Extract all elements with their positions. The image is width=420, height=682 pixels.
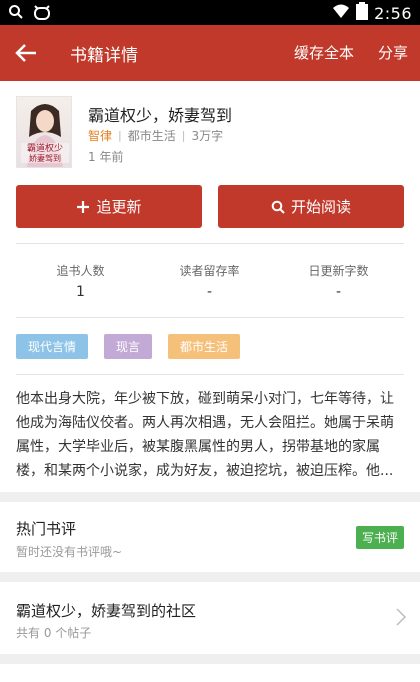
- community-row[interactable]: 霸道权少，娇妻驾到的社区 共有 0 个帖子: [0, 582, 420, 654]
- stat-value: -: [335, 284, 342, 300]
- follow-updates-button[interactable]: 追更新: [16, 185, 202, 228]
- share-button[interactable]: 分享: [378, 42, 408, 63]
- author-link[interactable]: 智律: [88, 127, 112, 144]
- plus-icon: [76, 200, 90, 214]
- stat-retention: 读者留存率 -: [145, 262, 274, 300]
- svg-text:娇妻驾到: 娇妻驾到: [29, 153, 61, 163]
- stat-label: 追书人数: [56, 264, 105, 278]
- stat-value: 1: [76, 284, 85, 300]
- book-cover[interactable]: 霸道权少 娇妻驾到: [16, 96, 72, 168]
- battery-icon: [356, 2, 369, 24]
- follow-label: 追更新: [96, 198, 142, 216]
- stat-label: 日更新字数: [308, 264, 369, 278]
- tag-modern-romance[interactable]: 现代言情: [16, 334, 88, 359]
- word-count: 3万字: [191, 129, 224, 143]
- app-bar: 书籍详情 缓存全本 分享: [0, 25, 420, 81]
- chevron-right-icon: [396, 608, 407, 630]
- divider: [16, 243, 404, 244]
- tag-modern[interactable]: 现言: [104, 334, 152, 359]
- stat-value: -: [206, 284, 213, 300]
- book-title: 霸道权少，娇妻驾到: [88, 106, 233, 125]
- community-title: 霸道权少，娇妻驾到的社区: [16, 602, 197, 620]
- section-separator: [0, 654, 420, 664]
- meta-divider: |: [181, 129, 186, 142]
- tag-urban-life[interactable]: 都市生活: [168, 334, 240, 359]
- status-bar: 2:56: [0, 0, 420, 25]
- section-separator: [0, 492, 420, 502]
- page-title: 书籍详情: [70, 46, 138, 66]
- start-reading-button[interactable]: 开始阅读: [218, 185, 404, 228]
- divider: [16, 374, 404, 375]
- stat-daily-words: 日更新字数 -: [274, 262, 403, 300]
- divider: [16, 317, 404, 318]
- meta-divider: |: [118, 129, 122, 142]
- arrow-left-icon: [15, 44, 36, 62]
- back-button[interactable]: [10, 37, 42, 69]
- wifi-icon: [332, 3, 350, 23]
- book-synopsis[interactable]: 他本出身大院，年少被下放，碰到萌呆小对门，七年等待，让他成为海陆仪佼者。两人再次…: [16, 387, 406, 483]
- reviews-empty-text: 暂时还没有书评哦~: [16, 545, 123, 559]
- svg-text:霸道权少: 霸道权少: [27, 142, 63, 154]
- stat-label: 读者留存率: [179, 264, 240, 278]
- book-meta: 智律 | 都市生活 | 3万字: [88, 127, 223, 144]
- book-category: 都市生活: [127, 129, 176, 143]
- section-separator: [0, 572, 420, 582]
- read-label: 开始阅读: [290, 198, 351, 216]
- search-icon: [8, 4, 24, 24]
- cache-all-button[interactable]: 缓存全本: [294, 42, 354, 63]
- reviews-title: 热门书评: [16, 520, 77, 538]
- last-updated: 1 年前: [88, 150, 124, 164]
- community-post-count: 共有 0 个帖子: [16, 626, 92, 640]
- clock: 2:56: [374, 3, 412, 23]
- app-notification-icon: [32, 3, 52, 25]
- stat-followers: 追书人数 1: [16, 262, 145, 300]
- search-icon: [271, 200, 285, 214]
- write-review-button[interactable]: 写书评: [356, 526, 404, 549]
